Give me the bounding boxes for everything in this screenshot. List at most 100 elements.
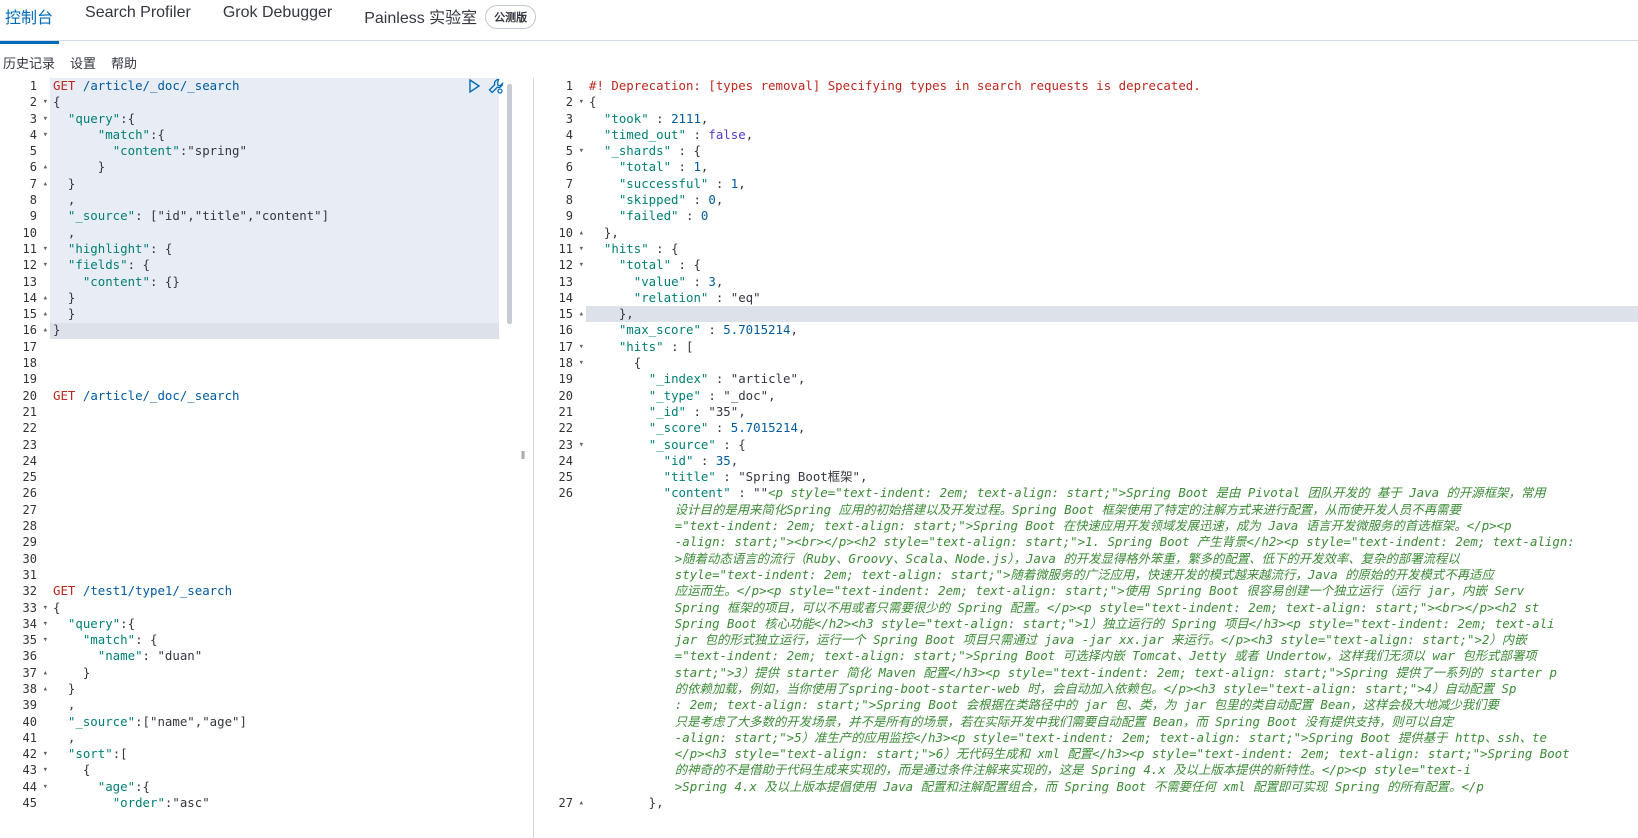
line-number[interactable]: 6: [0, 159, 50, 176]
line-number: 13: [558, 274, 573, 289]
code-line[interactable]: }: [50, 681, 513, 697]
code-line[interactable]: [50, 371, 513, 387]
request-code[interactable]: GET /article/_doc/_search{ "query":{ "ma…: [50, 78, 513, 811]
line-number: [534, 730, 586, 746]
history-link[interactable]: 历史记录: [0, 50, 62, 74]
code-line[interactable]: "highlight": {: [50, 241, 513, 257]
response-code: #! Deprecation: [types removal] Specifyi…: [586, 78, 1638, 811]
code-line[interactable]: "fields": {: [50, 257, 513, 273]
code-line[interactable]: [50, 355, 513, 371]
line-number[interactable]: 10: [534, 225, 586, 242]
code-line[interactable]: GET /article/_doc/_search: [50, 78, 513, 94]
line-number[interactable]: 16: [0, 322, 50, 339]
line-number: 41: [22, 730, 37, 745]
code-line[interactable]: "query":{: [50, 616, 513, 632]
response-wrapped-line: 只是考虑了大多数的开发场景，并不是所有的场景，若在实际开发中我们需要自动配置 B…: [674, 713, 1454, 729]
code-line[interactable]: [50, 485, 513, 501]
request-scrollbar[interactable]: [507, 84, 512, 324]
tab-search-profiler[interactable]: Search Profiler: [69, 0, 207, 36]
code-line[interactable]: [50, 502, 513, 518]
line-number[interactable]: 42: [0, 746, 50, 763]
line-number[interactable]: 23: [534, 437, 586, 454]
code-line[interactable]: }: [50, 322, 513, 338]
line-number[interactable]: 3: [0, 111, 50, 128]
line-number[interactable]: 14: [0, 290, 50, 307]
play-icon[interactable]: [466, 78, 482, 94]
line-number[interactable]: 12: [534, 257, 586, 274]
pane-resize-handle-icon[interactable]: ‖: [519, 450, 527, 466]
code-line[interactable]: ,: [50, 730, 513, 746]
line-number[interactable]: 34: [0, 616, 50, 633]
tab-painless-lab[interactable]: Painless 实验室 公测版: [348, 0, 552, 36]
tab-console[interactable]: 控制台: [0, 0, 69, 44]
code-line[interactable]: }: [50, 176, 513, 192]
code-line[interactable]: "name": "duan": [50, 648, 513, 664]
code-line[interactable]: {: [50, 94, 513, 110]
code-line[interactable]: [50, 567, 513, 583]
response-wrapped-line: Spring Boot 核心功能</h2><h3 style="text-ali…: [674, 615, 1555, 631]
help-link[interactable]: 帮助: [108, 50, 144, 74]
settings-link[interactable]: 设置: [67, 50, 103, 74]
code-line[interactable]: [50, 551, 513, 567]
code-line[interactable]: [50, 518, 513, 534]
line-number[interactable]: 12: [0, 257, 50, 274]
code-line[interactable]: [50, 420, 513, 436]
line-number[interactable]: 38: [0, 681, 50, 698]
line-number[interactable]: 7: [0, 176, 50, 193]
response-viewer[interactable]: 1234567891011121314151617181920212223242…: [533, 78, 1638, 838]
code-line[interactable]: {: [50, 762, 513, 778]
line-number[interactable]: 4: [0, 127, 50, 144]
code-line[interactable]: [50, 469, 513, 485]
code-line[interactable]: "_source": ["id","title","content"]: [50, 208, 513, 224]
wrench-icon[interactable]: [488, 78, 504, 94]
line-number[interactable]: 11: [0, 241, 50, 258]
line-number[interactable]: 33: [0, 600, 50, 617]
code-line[interactable]: "_source":["name","age"]: [50, 714, 513, 730]
line-number[interactable]: 43: [0, 762, 50, 779]
line-number[interactable]: 35: [0, 632, 50, 649]
code-line[interactable]: "match":{: [50, 127, 513, 143]
code-line[interactable]: [50, 339, 513, 355]
code-line[interactable]: }: [50, 290, 513, 306]
line-number: [534, 779, 586, 795]
code-line[interactable]: "content":"spring": [50, 143, 513, 159]
code-line[interactable]: {: [50, 600, 513, 616]
code-line[interactable]: GET /test1/type1/_search: [50, 583, 513, 599]
code-line[interactable]: [50, 453, 513, 469]
code-line[interactable]: "match": {: [50, 632, 513, 648]
line-number[interactable]: 17: [534, 339, 586, 356]
line-number[interactable]: 2: [534, 94, 586, 111]
line-number[interactable]: 11: [534, 241, 586, 258]
line-number[interactable]: 2: [0, 94, 50, 111]
line-number[interactable]: 5: [534, 143, 586, 160]
line-number: [534, 681, 586, 697]
code-line[interactable]: }: [50, 306, 513, 322]
line-number[interactable]: 15: [534, 306, 586, 323]
line-number[interactable]: 27: [534, 795, 586, 812]
code-line[interactable]: "query":{: [50, 111, 513, 127]
code-line[interactable]: [50, 437, 513, 453]
code-line[interactable]: ,: [50, 225, 513, 241]
line-number: 24: [558, 453, 573, 468]
code-line[interactable]: "sort":[: [50, 746, 513, 762]
code-line[interactable]: }: [50, 159, 513, 175]
line-number[interactable]: 44: [0, 779, 50, 796]
code-line[interactable]: ,: [50, 697, 513, 713]
tab-grok-debugger[interactable]: Grok Debugger: [207, 0, 348, 36]
response-line: {: [589, 355, 642, 371]
code-line[interactable]: }: [50, 665, 513, 681]
line-number[interactable]: 37: [0, 665, 50, 682]
request-actions: [466, 78, 504, 96]
code-line[interactable]: GET /article/_doc/_search: [50, 388, 513, 404]
code-line[interactable]: "content": {}: [50, 274, 513, 290]
line-number[interactable]: 15: [0, 306, 50, 323]
code-line[interactable]: [50, 534, 513, 550]
code-line[interactable]: "order":"asc": [50, 795, 513, 811]
code-line[interactable]: [50, 404, 513, 420]
request-editor[interactable]: 1234567891011121314151617181920212223242…: [0, 78, 513, 838]
line-number: 26: [22, 486, 37, 501]
code-line[interactable]: ,: [50, 192, 513, 208]
code-line[interactable]: "age":{: [50, 779, 513, 795]
response-wrapped-line: jar 包的形式独立运行，运行一个 Spring Boot 项目只需通过 jav…: [674, 632, 1527, 648]
line-number[interactable]: 18: [534, 355, 586, 372]
